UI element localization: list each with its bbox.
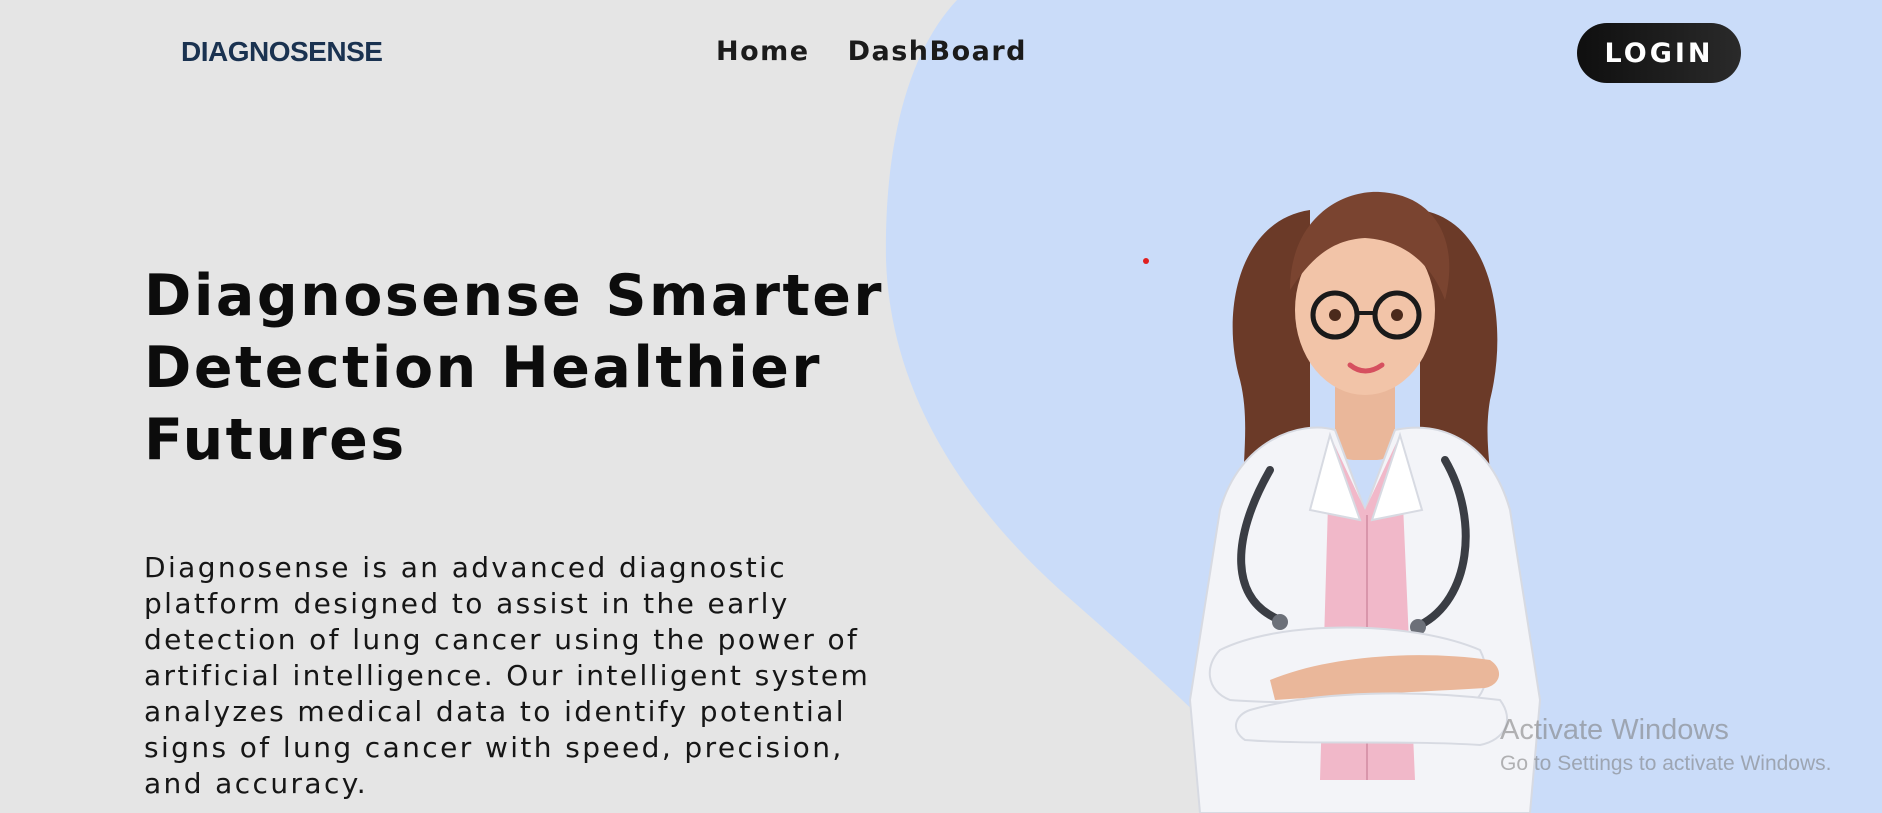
nav-dashboard-link[interactable]: DashBoard [848, 36, 1027, 67]
windows-activation-watermark: Activate Windows Go to Settings to activ… [1500, 712, 1832, 778]
activate-subtitle: Go to Settings to activate Windows. [1500, 752, 1832, 775]
login-button[interactable]: LOGIN [1577, 23, 1741, 83]
hero-description: Diagnosense is an advanced diagnostic pl… [144, 551, 871, 800]
hero-title: Diagnosense Smarter Detection Healthier … [144, 263, 884, 473]
main-nav: Home DashBoard [716, 36, 1027, 67]
activate-title: Activate Windows [1500, 714, 1729, 746]
cursor-dot [1143, 258, 1149, 264]
site-logo[interactable]: DIAGNOSENSE [181, 36, 383, 68]
landing-page: DIAGNOSENSE Home DashBoard LOGIN Diagnos… [0, 0, 1882, 813]
nav-home-link[interactable]: Home [716, 36, 810, 67]
